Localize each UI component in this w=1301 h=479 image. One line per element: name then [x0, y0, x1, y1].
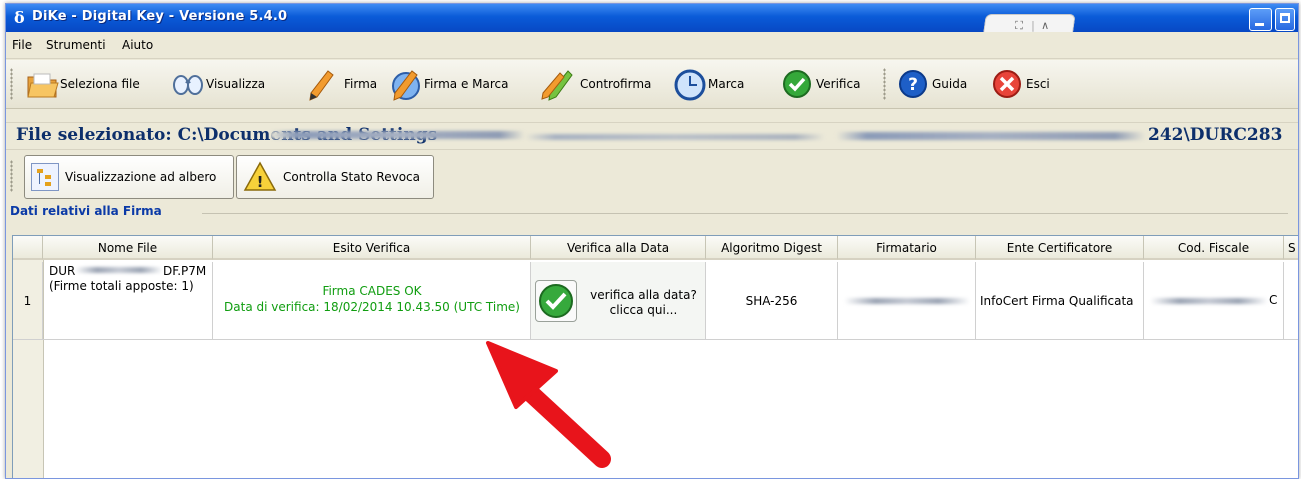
toolbar-grip[interactable] — [10, 68, 13, 100]
menu-file[interactable]: File — [12, 38, 32, 52]
esci-label: Esci — [1026, 77, 1050, 91]
file-name-end: DF.P7M — [163, 264, 207, 278]
selected-file-suffix: 242\DURC283 — [1148, 125, 1283, 145]
minimize-button[interactable] — [1249, 8, 1272, 31]
table-cell-file-name[interactable]: DUR DF.P7M (Firme totali apposte: 1) — [43, 262, 213, 340]
column-header-file-name[interactable]: Nome File — [43, 236, 213, 260]
toolbar-separator — [883, 68, 886, 100]
column-header-verify-date[interactable]: Verifica alla Data — [531, 236, 706, 260]
app-window: δ DiKe - Digital Key - Versione 5.4.0 ⛶ … — [5, 3, 1299, 479]
expand-icon[interactable]: ⛶ — [1015, 19, 1023, 33]
visualizza-button[interactable]: Visualizza — [172, 68, 265, 100]
esci-button[interactable]: Esci — [992, 68, 1050, 100]
group-border — [202, 213, 1288, 214]
tab-divider: | — [1031, 19, 1035, 32]
column-header-digest[interactable]: Algoritmo Digest — [706, 236, 838, 260]
marca-button[interactable]: Marca — [674, 68, 745, 101]
guida-button[interactable]: ? Guida — [898, 68, 967, 100]
verify-date-click-here[interactable]: clicca qui... — [581, 303, 706, 317]
guida-label: Guida — [932, 77, 968, 91]
redacted-path — [270, 131, 525, 139]
seleziona-file-button[interactable]: Seleziona file — [26, 68, 140, 100]
column-header-result[interactable]: Esito Verifica — [213, 236, 531, 260]
corner-header — [13, 236, 43, 260]
result-date: Data di verifica: 18/02/2014 10.43.50 (U… — [224, 300, 520, 314]
redacted-path-3 — [836, 132, 1146, 140]
table-cell-result[interactable]: Firma CADES OK Data di verifica: 18/02/2… — [213, 262, 531, 340]
verify-date-check-icon[interactable] — [535, 280, 577, 322]
marca-label: Marca — [708, 77, 745, 91]
chevron-up-icon[interactable]: ∧ — [1041, 19, 1049, 32]
table-cell-signer[interactable] — [838, 262, 976, 340]
check-circle-icon — [782, 69, 812, 99]
firma-e-marca-button[interactable]: Firma e Marca — [390, 68, 509, 101]
menu-strumenti[interactable]: Strumenti — [46, 38, 106, 52]
check-revocation-button[interactable]: ! Controlla Stato Revoca — [236, 155, 434, 199]
signature-table[interactable]: Nome File Esito Verifica Verifica alla D… — [12, 235, 1298, 478]
pen-clock-icon — [390, 69, 420, 101]
help-icon: ? — [898, 69, 928, 99]
title-bar[interactable]: δ DiKe - Digital Key - Versione 5.4.0 ⛶ … — [6, 4, 1298, 39]
firma-button[interactable]: Firma — [306, 68, 378, 101]
redacted-file-name — [75, 267, 163, 273]
close-circle-icon — [992, 69, 1022, 99]
table-cell-tax-code[interactable]: C — [1144, 262, 1284, 340]
file-name-start: DUR — [49, 264, 76, 278]
firma-e-marca-label: Firma e Marca — [424, 77, 509, 91]
column-header-certifier[interactable]: Ente Certificatore — [976, 236, 1144, 260]
warning-icon: ! — [243, 161, 277, 193]
redacted-tax-code — [1150, 298, 1268, 304]
tree-view-button[interactable]: Visualizzazione ad albero — [24, 155, 234, 199]
menu-aiuto[interactable]: Aiuto — [122, 38, 153, 52]
toolbar-grip-2[interactable] — [10, 160, 13, 192]
maximize-button[interactable] — [1275, 8, 1295, 31]
tree-view-label: Visualizzazione ad albero — [65, 170, 217, 184]
secondary-toolbar: Visualizzazione ad albero ! Controlla St… — [6, 150, 1298, 204]
main-toolbar: Seleziona file Visualizza Firma Firma e … — [6, 60, 1298, 109]
seleziona-file-label: Seleziona file — [60, 77, 140, 91]
clock-icon — [674, 69, 706, 101]
table-cell-verify-date[interactable]: verifica alla data? clicca qui... — [531, 262, 706, 340]
selected-file-bar: File selezionato: C:\Documents and Setti… — [6, 122, 1298, 150]
dike-logo-icon: δ — [14, 8, 25, 27]
column-header-truncated[interactable]: S — [1284, 236, 1298, 260]
tree-icon — [31, 163, 59, 191]
row-number[interactable]: 1 — [13, 262, 43, 340]
svg-text:!: ! — [257, 173, 264, 191]
verifica-button[interactable]: Verifica — [782, 68, 860, 100]
result-status: Firma CADES OK — [322, 284, 422, 298]
signatures-total: (Firme totali apposte: 1) — [49, 279, 194, 293]
verify-date-question: verifica alla data? — [590, 288, 697, 302]
folder-icon — [26, 69, 59, 99]
verifica-label: Verifica — [816, 77, 861, 91]
glasses-icon — [172, 69, 203, 99]
redacted-path-2 — [525, 134, 825, 140]
visualizza-label: Visualizza — [206, 77, 266, 91]
controfirma-button[interactable]: Controfirma — [540, 68, 652, 101]
signature-data-group: Dati relativi alla Firma Nome File Esito… — [6, 204, 1298, 478]
signature-group-legend: Dati relativi alla Firma — [10, 204, 166, 218]
firma-label: Firma — [344, 77, 378, 91]
check-revocation-label: Controlla Stato Revoca — [283, 170, 420, 184]
tax-code-end: C — [1269, 293, 1278, 307]
countersign-pen-icon — [540, 69, 573, 101]
redacted-signer — [844, 298, 970, 304]
table-cell-digest[interactable]: SHA-256 — [706, 262, 838, 340]
controfirma-label: Controfirma — [580, 77, 652, 91]
svg-text:?: ? — [908, 75, 918, 95]
window-title: DiKe - Digital Key - Versione 5.4.0 — [32, 9, 288, 24]
column-header-signer[interactable]: Firmatario — [838, 236, 976, 260]
pen-icon — [306, 69, 336, 101]
menu-bar: File Strumenti Aiuto — [6, 32, 1298, 59]
column-header-tax-code[interactable]: Cod. Fiscale — [1144, 236, 1284, 260]
table-cell-truncated[interactable] — [1284, 262, 1298, 340]
table-cell-certifier[interactable]: InfoCert Firma Qualificata — [976, 262, 1144, 340]
